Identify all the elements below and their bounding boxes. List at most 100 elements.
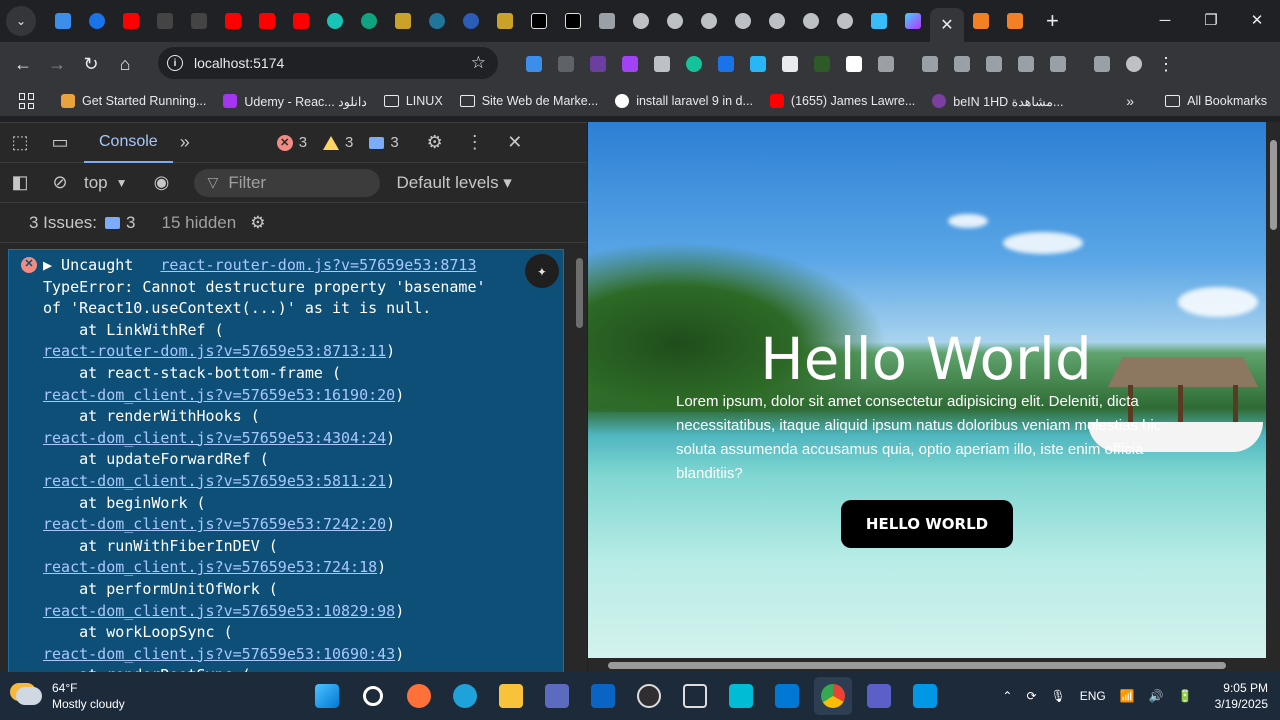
tab[interactable] xyxy=(760,5,794,37)
tab[interactable] xyxy=(998,5,1032,37)
tab[interactable] xyxy=(318,5,352,37)
obs-icon[interactable] xyxy=(630,677,668,715)
tab[interactable] xyxy=(522,5,556,37)
chevron-up-icon[interactable]: ⌃ xyxy=(1002,689,1012,703)
console-line-text[interactable]: ▶ Uncaught xyxy=(43,256,160,274)
firefox-icon[interactable] xyxy=(400,677,438,715)
url-text[interactable]: localhost:5174 xyxy=(194,55,284,71)
tab[interactable] xyxy=(114,5,148,37)
bookmark-item[interactable]: Udemy - Reac... دانلود xyxy=(223,94,367,109)
home-button[interactable]: ⌂ xyxy=(108,47,142,81)
bookmark-folder[interactable]: Site Web de Marke... xyxy=(459,94,598,108)
settings-gear-icon[interactable]: ⚙ xyxy=(415,123,455,163)
extension-icon[interactable] xyxy=(806,48,838,80)
issues-label[interactable]: 3 Issues: xyxy=(29,213,97,233)
back-button[interactable]: ← xyxy=(6,47,40,81)
wifi-icon[interactable]: 📶 xyxy=(1120,689,1135,703)
extension-icon[interactable] xyxy=(614,48,646,80)
tab[interactable] xyxy=(964,5,998,37)
more-menu-icon[interactable]: ⋮ xyxy=(1150,48,1182,80)
tab[interactable] xyxy=(250,5,284,37)
edge-icon[interactable] xyxy=(446,677,484,715)
source-link[interactable]: react-dom_client.js?v=57659e53:16190:20 xyxy=(43,386,395,404)
more-options-icon[interactable]: ⋮ xyxy=(455,123,495,163)
weather-widget[interactable]: 64°F Mostly cloudy xyxy=(16,680,125,712)
extension-icon[interactable] xyxy=(550,48,582,80)
minimize-button[interactable]: ─ xyxy=(1142,0,1188,40)
error-count[interactable]: ✕ 3 xyxy=(276,134,307,151)
bookmark-item[interactable]: (1655) James Lawre... xyxy=(769,94,915,108)
source-link[interactable]: react-dom_client.js?v=57659e53:10690:43 xyxy=(43,645,395,663)
link-icon[interactable] xyxy=(978,48,1010,80)
tab[interactable] xyxy=(556,5,590,37)
tab[interactable] xyxy=(862,5,896,37)
warning-count[interactable]: 3 xyxy=(323,134,353,151)
address-bar[interactable]: i localhost:5174 ☆ xyxy=(158,47,498,79)
extension-icon[interactable] xyxy=(742,48,774,80)
start-button[interactable] xyxy=(308,677,346,715)
reload-button[interactable]: ↻ xyxy=(74,47,108,81)
language-indicator[interactable]: ENG xyxy=(1080,689,1106,703)
device-toolbar-icon[interactable]: ▭ xyxy=(40,123,80,163)
tab[interactable] xyxy=(284,5,318,37)
extension-icon[interactable] xyxy=(710,48,742,80)
source-link[interactable]: react-dom_client.js?v=57659e53:4304:24 xyxy=(43,429,386,447)
scrollbar-thumb[interactable] xyxy=(576,258,583,328)
bookmark-item[interactable]: install laravel 9 in d... xyxy=(615,94,753,108)
grammarly-icon[interactable] xyxy=(678,48,710,80)
3d-viewer-icon[interactable] xyxy=(676,677,714,715)
issues-count[interactable]: 3 xyxy=(126,213,135,233)
site-info-icon[interactable]: i xyxy=(167,55,183,71)
source-link[interactable]: react-dom_client.js?v=57659e53:5811:21 xyxy=(43,472,386,490)
battery-icon[interactable]: 🔋 xyxy=(1178,689,1193,703)
reading-list-icon[interactable] xyxy=(1086,48,1118,80)
console-scrollbar[interactable] xyxy=(572,250,586,672)
teams-icon[interactable] xyxy=(860,677,898,715)
close-window-button[interactable]: ✕ xyxy=(1234,0,1280,40)
store-icon[interactable] xyxy=(538,677,576,715)
new-tab-button[interactable]: + xyxy=(1046,8,1059,34)
inspect-element-icon[interactable]: ⬚ xyxy=(0,123,40,163)
scrollbar-thumb[interactable] xyxy=(608,662,1226,669)
tab[interactable] xyxy=(420,5,454,37)
ai-insights-bulb-icon[interactable]: ✦ xyxy=(525,254,559,288)
code-icon[interactable] xyxy=(1042,48,1074,80)
live-expression-eye-icon[interactable]: ◉ xyxy=(142,163,182,203)
page-scrollbar-horizontal[interactable] xyxy=(588,658,1266,672)
bookmark-item[interactable]: Get Started Running... xyxy=(61,94,206,108)
page-scrollbar-vertical[interactable] xyxy=(1266,122,1280,672)
microphone-icon[interactable]: 🎙 xyxy=(1051,689,1066,703)
camera-icon[interactable] xyxy=(646,48,678,80)
maximize-button[interactable]: ❐ xyxy=(1188,0,1234,40)
vscode-icon[interactable] xyxy=(768,677,806,715)
source-link[interactable]: react-dom_client.js?v=57659e53:7242:20 xyxy=(43,515,386,533)
tab[interactable] xyxy=(726,5,760,37)
file-explorer-icon[interactable] xyxy=(492,677,530,715)
tab[interactable] xyxy=(896,5,930,37)
tab[interactable] xyxy=(454,5,488,37)
reading-mode-icon[interactable] xyxy=(946,48,978,80)
translate-icon[interactable] xyxy=(914,48,946,80)
volume-icon[interactable]: 🔊 xyxy=(1149,689,1164,703)
bookmark-star-icon[interactable]: ☆ xyxy=(471,53,486,73)
outlook-icon[interactable] xyxy=(584,677,622,715)
source-link[interactable]: react-dom_client.js?v=57659e53:10829:98 xyxy=(43,602,395,620)
search-icon[interactable] xyxy=(354,677,392,715)
tab[interactable] xyxy=(216,5,250,37)
extension-icon[interactable] xyxy=(518,48,550,80)
forward-button[interactable]: → xyxy=(40,47,74,81)
sidebar-toggle-icon[interactable]: ◧ xyxy=(0,163,40,203)
devices-icon[interactable] xyxy=(1010,48,1042,80)
tab-close-icon[interactable]: ✕ xyxy=(940,15,953,35)
tab[interactable] xyxy=(692,5,726,37)
clear-console-icon[interactable]: ⊘ xyxy=(40,163,80,203)
source-link[interactable]: react-router-dom.js?v=57659e53:8713 xyxy=(160,256,476,274)
more-tabs-button[interactable]: » xyxy=(173,123,197,163)
tab[interactable] xyxy=(828,5,862,37)
all-bookmarks-folder[interactable]: All Bookmarks xyxy=(1165,94,1267,108)
tab[interactable] xyxy=(148,5,182,37)
close-devtools-icon[interactable]: ✕ xyxy=(495,123,535,163)
tab[interactable] xyxy=(794,5,828,37)
chrome-icon[interactable] xyxy=(814,677,852,715)
log-levels-dropdown[interactable]: Default levels ▾ xyxy=(397,173,512,193)
